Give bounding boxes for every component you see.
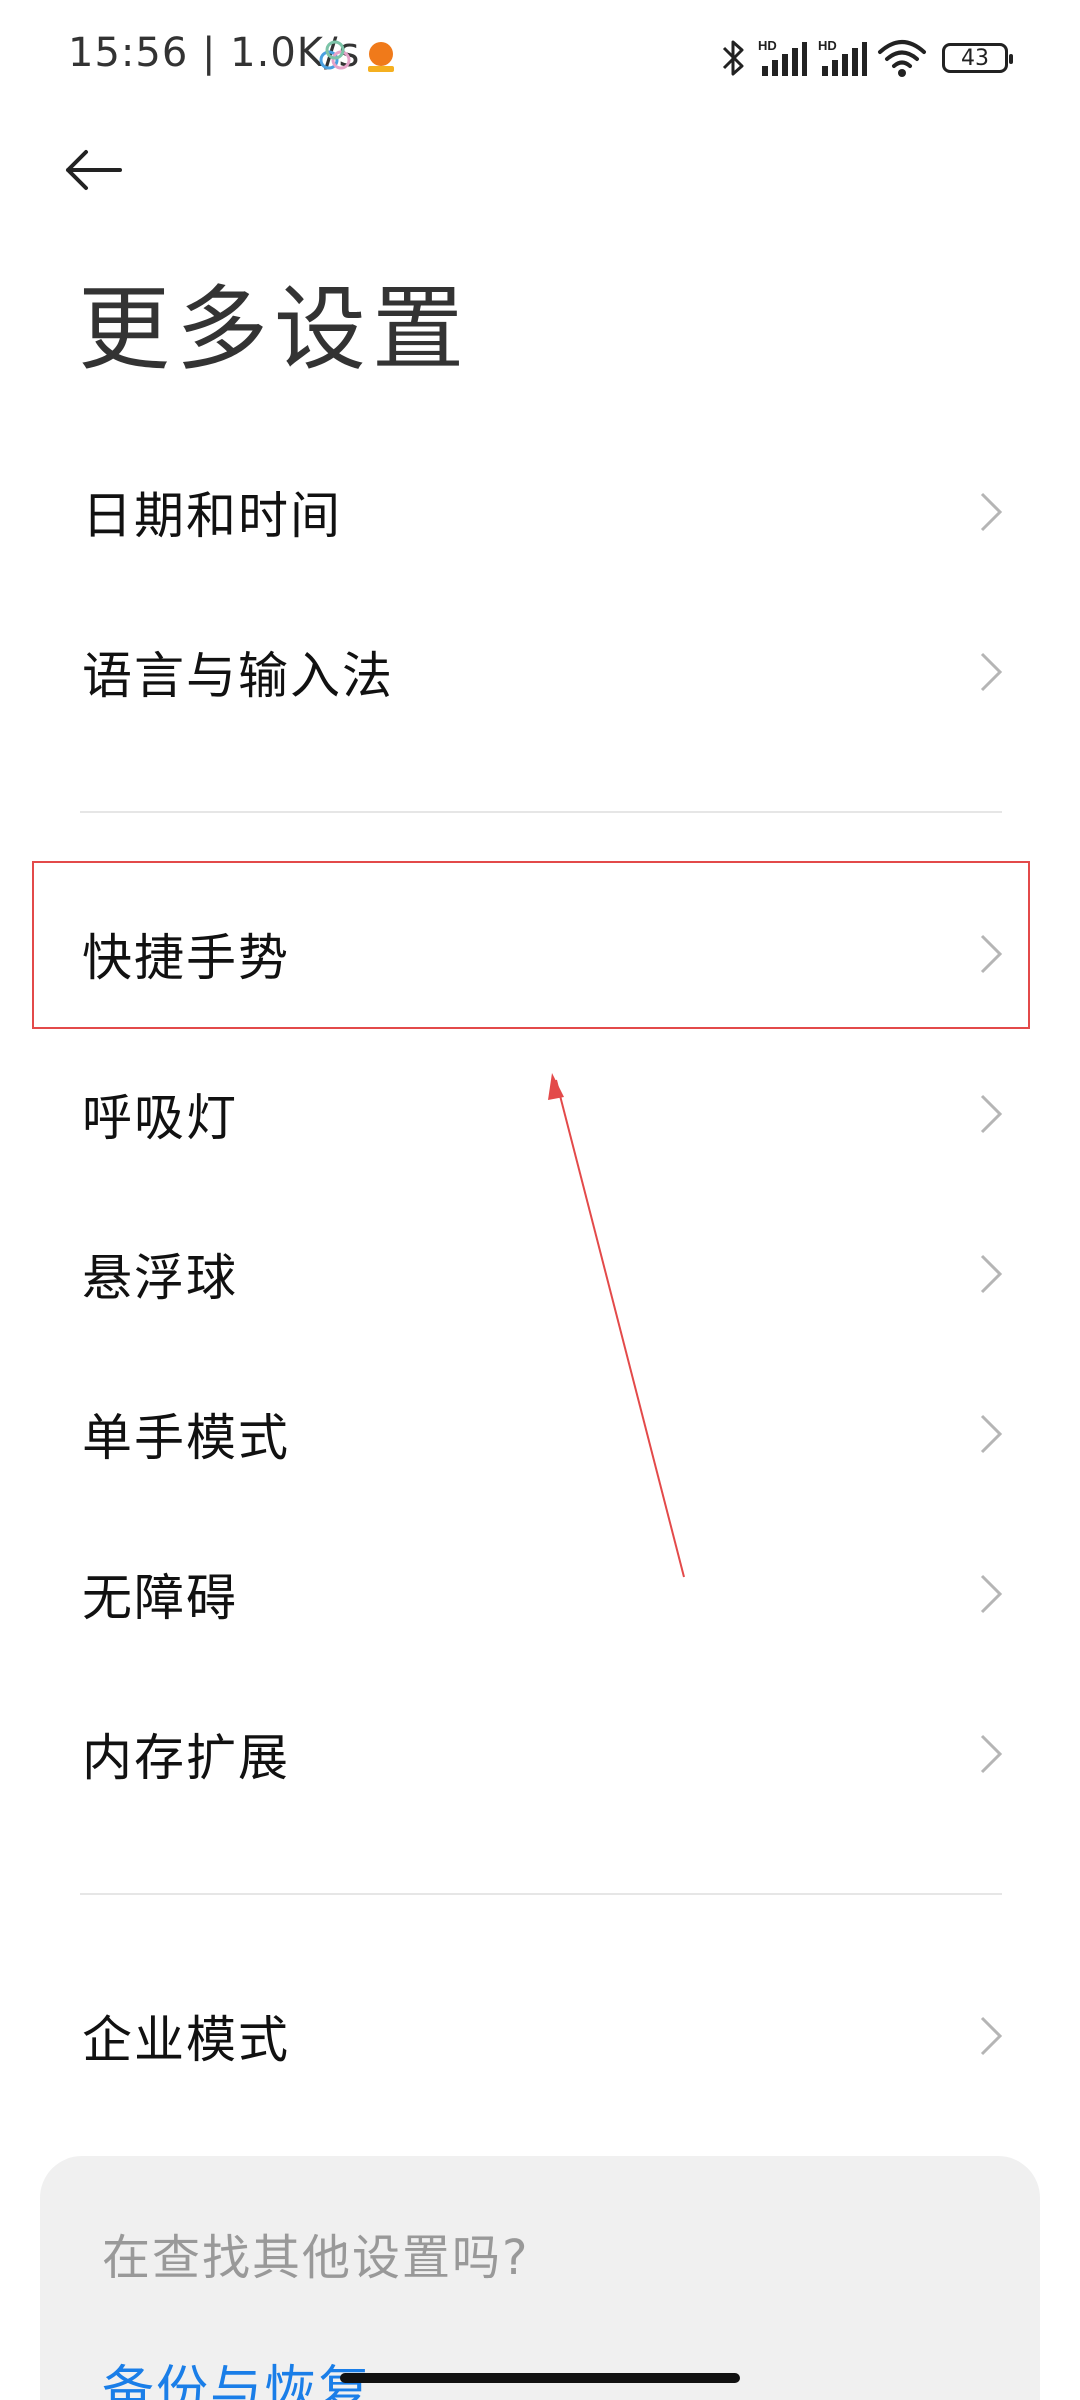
settings-item-gestures[interactable]: 快捷手势 [0,874,1080,1034]
suggestion-title: 在查找其他设置吗? [102,2230,530,2286]
back-button[interactable] [62,130,152,210]
chevron-right-icon [980,1734,1003,1774]
settings-item-memory-extension[interactable]: 内存扩展 [0,1674,1080,1834]
status-icons: HD HD 43 [718,34,1013,82]
svg-text:HD: HD [818,38,837,53]
settings-item-label: 呼吸灯 [82,1089,238,1147]
battery-level: 43 [961,45,989,71]
status-bar: 15:56 | 1.0K/s HD HD 43 [0,0,1080,118]
cellular-signal-icon: HD [758,38,807,76]
settings-item-accessibility[interactable]: 无障碍 [0,1514,1080,1674]
settings-item-label: 单手模式 [82,1409,290,1467]
chevron-right-icon [980,1414,1003,1454]
chevron-right-icon [980,1094,1003,1134]
settings-item-label: 语言与输入法 [82,647,394,705]
wifi-icon [878,40,926,77]
battery-icon: 43 [942,43,1013,73]
page-title: 更多设置 [78,276,471,383]
settings-item-floating-ball[interactable]: 悬浮球 [0,1194,1080,1354]
settings-item-label: 内存扩展 [82,1729,290,1787]
chevron-right-icon [980,934,1003,974]
divider [80,1893,1002,1895]
screen: 15:56 | 1.0K/s HD HD 43 更多设置 日期和时间 语言与输入… [0,0,1080,2400]
settings-item-label: 企业模式 [82,2011,290,2069]
svg-text:HD: HD [758,38,777,53]
chevron-right-icon [980,1574,1003,1614]
chevron-right-icon [980,652,1003,692]
bluetooth-icon [722,40,744,76]
settings-item-language-input[interactable]: 语言与输入法 [0,592,1080,752]
divider [80,811,1002,813]
backup-restore-link[interactable]: 备份与恢复 [102,2348,372,2400]
settings-item-label: 快捷手势 [82,929,290,987]
arrow-left-icon [66,150,122,190]
home-indicator[interactable] [340,2373,740,2383]
chevron-right-icon [980,2016,1003,2056]
chevron-right-icon [980,492,1003,532]
app-notification-icon [368,42,394,72]
app-notification-icon [319,40,351,70]
cellular-signal-icon: HD [818,38,867,76]
settings-item-label: 无障碍 [82,1569,238,1627]
settings-item-one-handed-mode[interactable]: 单手模式 [0,1354,1080,1514]
settings-item-label: 悬浮球 [82,1249,238,1307]
settings-item-label: 日期和时间 [82,487,342,545]
suggestion-card: 在查找其他设置吗? 备份与恢复 [40,2156,1040,2400]
settings-item-date-time[interactable]: 日期和时间 [0,432,1080,592]
settings-item-enterprise-mode[interactable]: 企业模式 [0,1956,1080,2116]
chevron-right-icon [980,1254,1003,1294]
settings-item-notification-light[interactable]: 呼吸灯 [0,1034,1080,1194]
